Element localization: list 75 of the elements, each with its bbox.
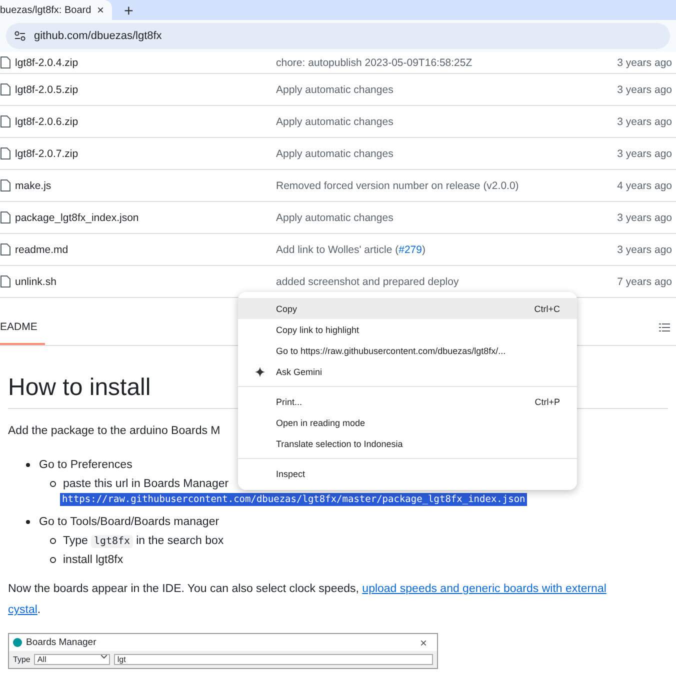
file-name-link[interactable]: lgt8f-2.0.6.zip bbox=[15, 116, 276, 128]
commit-time: 3 years ago bbox=[617, 116, 672, 128]
search-field[interactable]: lgt bbox=[114, 654, 433, 665]
menu-item[interactable]: Print... Ctrl+P bbox=[238, 391, 577, 412]
sparkle-icon bbox=[255, 367, 265, 377]
list-item-text: paste this url in Boards Manager bbox=[63, 478, 229, 490]
commit-message[interactable]: added screenshot and prepared deploy bbox=[276, 276, 459, 288]
commit-time: 7 years ago bbox=[617, 276, 672, 288]
file-name-link[interactable]: package_lgt8fx_index.json bbox=[15, 212, 276, 224]
file-name-link[interactable]: lgt8f-2.0.4.zip bbox=[15, 56, 276, 68]
menu-item[interactable]: Copy Ctrl+C bbox=[238, 298, 577, 319]
commit-time: 3 years ago bbox=[617, 148, 672, 160]
commit-time: 3 years ago bbox=[617, 212, 672, 224]
type-dropdown[interactable]: All bbox=[34, 654, 110, 665]
paragraph-text: Now the boards appear in the IDE. You can also select clock speeds, bbox=[8, 583, 360, 595]
bullet-icon bbox=[50, 556, 56, 562]
file-name-link[interactable]: readme.md bbox=[15, 244, 276, 256]
commit-time: 3 years ago bbox=[617, 84, 672, 96]
commit-message[interactable]: ) bbox=[422, 244, 426, 256]
commit-message[interactable]: chore: autopublish 2023-05-09T16:58:25Z bbox=[276, 56, 472, 68]
file-icon bbox=[0, 275, 11, 288]
file-name-link[interactable]: make.js bbox=[15, 180, 276, 192]
window-title: Boards Manager bbox=[26, 637, 96, 648]
browser-tab[interactable]: buezas/lgt8fx: Board × bbox=[0, 0, 112, 20]
url-text: github.com/dbuezas/lgt8fx bbox=[34, 30, 162, 42]
shortcut-text: Ctrl+C bbox=[534, 304, 560, 314]
address-bar[interactable]: github.com/dbuezas/lgt8fx bbox=[6, 23, 670, 49]
selected-url-text: https://raw.githubusercontent.com/dbuezas/lgt8fx/master/package_lgt8fx_index.json bbox=[60, 493, 528, 506]
paragraph-text: . bbox=[37, 604, 41, 616]
file-icon bbox=[0, 179, 11, 192]
file-icon bbox=[0, 56, 11, 69]
close-button[interactable]: × bbox=[414, 634, 433, 650]
menu-item[interactable]: Go to https://raw.githubusercontent.com/dbuezas/lgt8fx/... bbox=[238, 340, 577, 361]
file-icon bbox=[0, 83, 11, 96]
file-icon bbox=[0, 243, 11, 256]
file-icon bbox=[0, 115, 11, 128]
commit-message[interactable]: Apply automatic changes bbox=[276, 84, 394, 96]
new-tab-button[interactable]: + bbox=[120, 4, 138, 20]
file-name-link[interactable]: lgt8f-2.0.5.zip bbox=[15, 84, 276, 96]
bullet-icon bbox=[26, 462, 30, 466]
menu-item[interactable]: Open in reading mode bbox=[238, 412, 577, 433]
menu-item[interactable]: Copy link to highlight bbox=[238, 319, 577, 340]
list-item-text: Type lgt8fx in the search box bbox=[63, 534, 224, 546]
close-tab-button[interactable]: × bbox=[94, 3, 106, 17]
shortcut-text: Ctrl+P bbox=[534, 396, 560, 406]
bullet-icon bbox=[50, 480, 56, 486]
bullet-icon bbox=[50, 538, 56, 544]
tab-title: buezas/lgt8fx: Board bbox=[0, 4, 92, 16]
list-item-text: Go to Preferences bbox=[39, 458, 132, 470]
menu-item[interactable]: Inspect bbox=[238, 463, 577, 484]
readme-tab[interactable]: EADME bbox=[0, 310, 46, 345]
commit-message[interactable]: Apply automatic changes bbox=[276, 148, 394, 160]
list-item-text: Go to Tools/Board/Boards manager bbox=[39, 516, 220, 528]
commit-message[interactable]: Apply automatic changes bbox=[276, 212, 394, 224]
type-label: Type bbox=[13, 655, 30, 664]
text-link[interactable]: upload speeds and generic boards with external bbox=[362, 583, 606, 595]
menu-item[interactable]: Translate selection to Indonesia bbox=[238, 433, 577, 454]
commit-message[interactable]: Removed forced version number on release (v2.0.0) bbox=[276, 180, 519, 192]
file-icon bbox=[0, 147, 11, 160]
issue-link[interactable]: #279 bbox=[398, 244, 422, 256]
outline-icon[interactable] bbox=[659, 323, 670, 332]
commit-time: 3 years ago bbox=[617, 56, 672, 68]
text-link[interactable]: cystal bbox=[8, 604, 38, 616]
file-icon bbox=[0, 211, 11, 224]
intro-text: Add the package to the arduino Boards M bbox=[8, 424, 220, 439]
bullet-icon bbox=[26, 520, 30, 524]
site-settings-icon[interactable] bbox=[14, 31, 26, 41]
file-name-link[interactable]: lgt8f-2.0.7.zip bbox=[15, 148, 276, 160]
commit-message[interactable]: Apply automatic changes bbox=[276, 116, 394, 128]
commit-time: 3 years ago bbox=[617, 244, 672, 256]
commit-time: 4 years ago bbox=[617, 180, 672, 192]
app-logo-icon bbox=[13, 638, 22, 647]
commit-message[interactable]: Add link to Wolles' article ( bbox=[276, 244, 399, 256]
file-name-link[interactable]: unlink.sh bbox=[15, 276, 276, 288]
list-item-text: install lgt8fx bbox=[63, 554, 124, 566]
